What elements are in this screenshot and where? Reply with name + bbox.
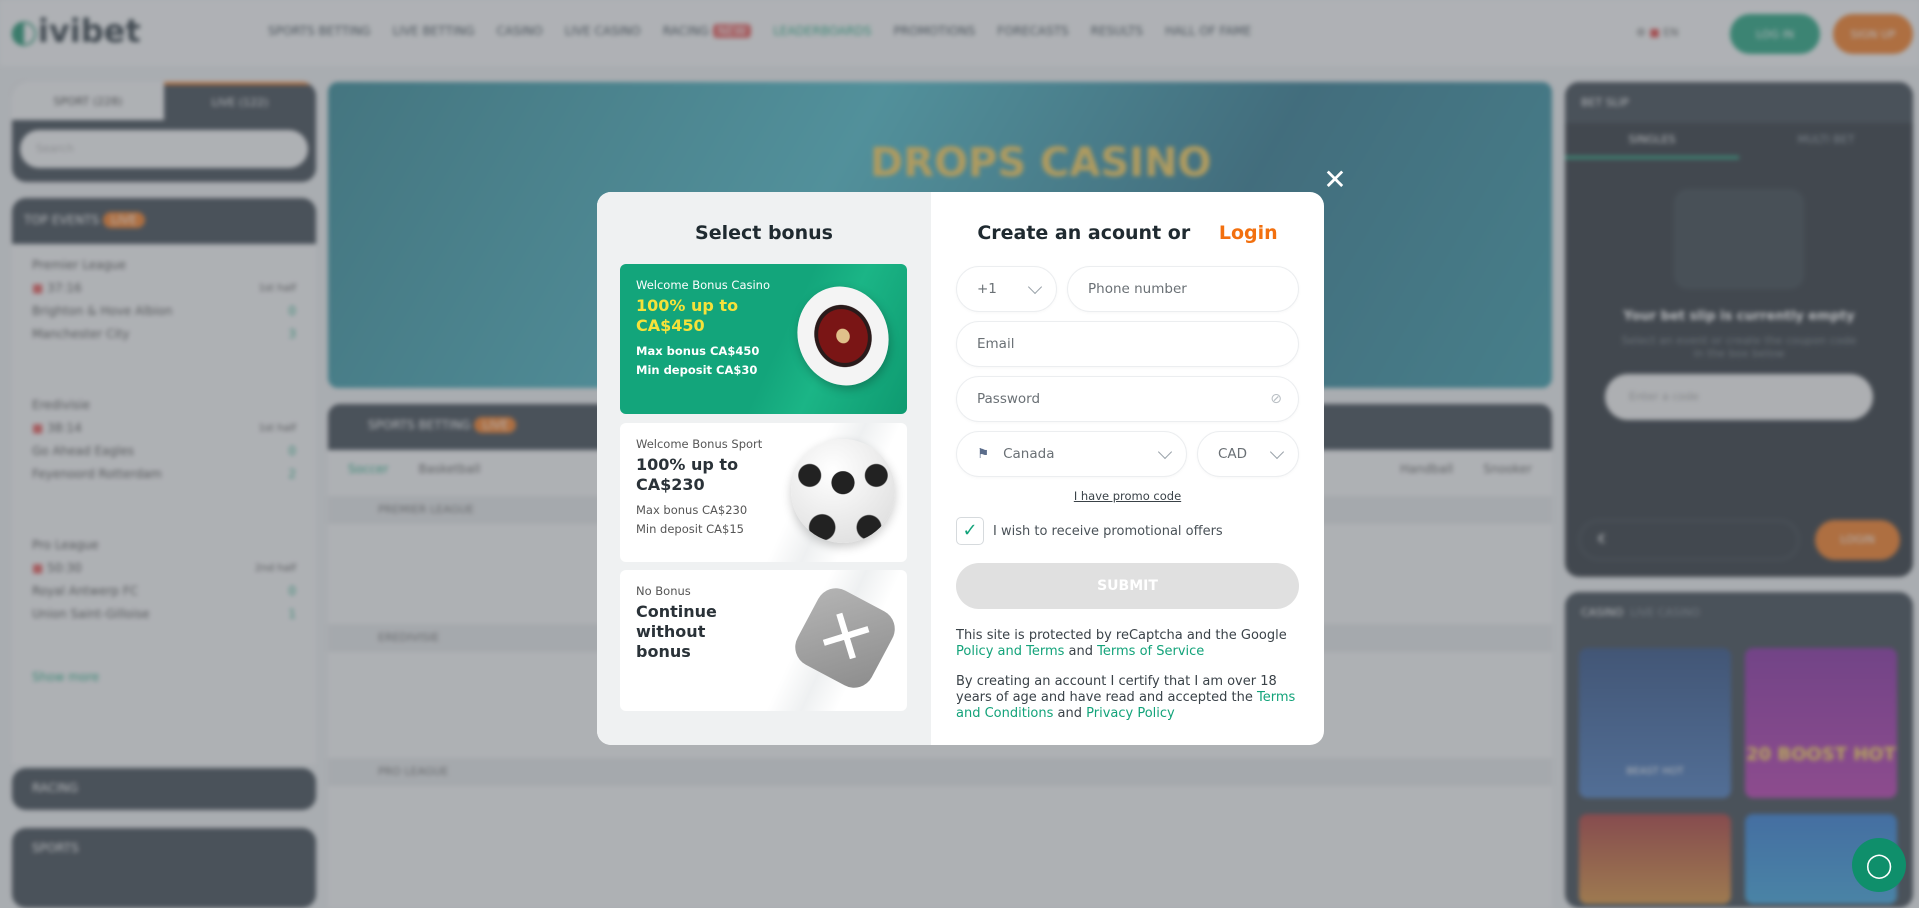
- no-bonus-x-icon: ✕: [788, 581, 902, 695]
- bonus-card-none[interactable]: No Bonus Continue without bonus ✕: [620, 570, 907, 711]
- chevron-down-icon: [1157, 444, 1173, 460]
- recaptcha-notice: This site is protected by reCaptcha and …: [956, 628, 1287, 659]
- roulette-icon: [783, 273, 903, 399]
- soccer-ball-icon: [791, 439, 895, 543]
- phone-code-select[interactable]: +1: [956, 266, 1057, 312]
- bonus-selection-panel: Select bonus Welcome Bonus Casino 100% u…: [597, 192, 931, 745]
- email-input[interactable]: Email: [956, 321, 1299, 367]
- chevron-down-icon: [1269, 444, 1285, 460]
- password-input[interactable]: Password ⊘: [956, 376, 1299, 422]
- bonus-card-sport[interactable]: Welcome Bonus Sport 100% up to CA$230 Ma…: [620, 423, 907, 562]
- promo-offers-checkbox[interactable]: ✓: [956, 517, 984, 545]
- bonus-card-casino[interactable]: Welcome Bonus Casino 100% up to CA$450 M…: [620, 264, 907, 414]
- registration-form: Create an acount or Login +1 Phone numbe…: [931, 192, 1324, 745]
- privacy-policy-link[interactable]: Privacy Policy: [1086, 706, 1175, 721]
- chevron-down-icon: [1027, 279, 1043, 295]
- promo-code-link[interactable]: I have promo code: [956, 489, 1299, 503]
- login-link[interactable]: Login: [1219, 222, 1278, 244]
- create-account-title: Create an acount or: [977, 222, 1191, 244]
- terms-of-service-link[interactable]: Terms of Service: [1097, 644, 1204, 659]
- registration-modal: Select bonus Welcome Bonus Casino 100% u…: [597, 192, 1324, 745]
- submit-button[interactable]: SUBMIT: [956, 563, 1299, 609]
- phone-input[interactable]: Phone number: [1067, 266, 1299, 312]
- currency-select[interactable]: CAD: [1197, 431, 1299, 477]
- age-notice: By creating an account I certify that I …: [956, 674, 1296, 721]
- eye-slash-icon[interactable]: ⊘: [1270, 391, 1282, 407]
- chat-icon[interactable]: ◯: [1852, 838, 1906, 892]
- select-bonus-title: Select bonus: [695, 222, 833, 244]
- country-select[interactable]: ⚑ Canada: [956, 431, 1187, 477]
- flag-icon: ⚑: [977, 446, 990, 462]
- close-icon[interactable]: ✕: [1323, 166, 1347, 194]
- promo-offers-label: I wish to receive promotional offers: [993, 524, 1223, 539]
- policy-terms-link[interactable]: Policy and Terms: [956, 644, 1064, 659]
